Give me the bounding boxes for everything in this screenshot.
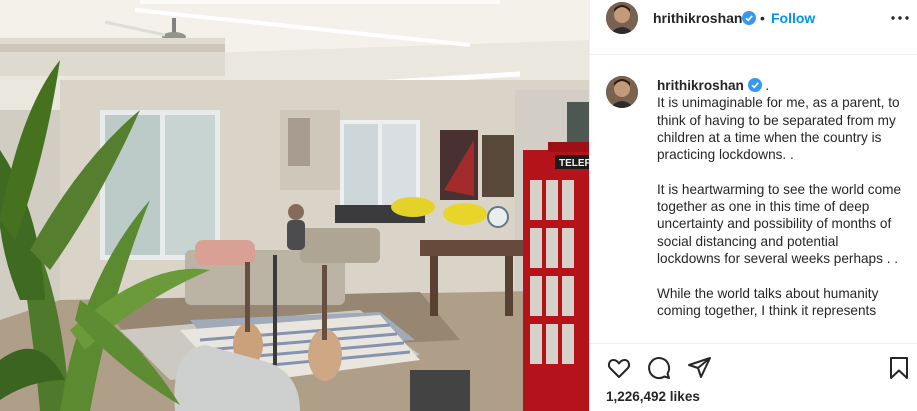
- follow-button[interactable]: Follow: [771, 10, 815, 26]
- verified-icon: [747, 78, 762, 92]
- likes-count[interactable]: 1,226,492 likes: [606, 389, 700, 404]
- heart-icon[interactable]: [606, 355, 632, 381]
- caption-paragraph: While the world talks about humanity com…: [657, 285, 879, 318]
- caption-avatar[interactable]: [606, 76, 638, 108]
- caption-paragraph: It is heartwarming to see the world come…: [657, 181, 902, 266]
- caption-paragraph: It is unimaginable for me, as a parent, …: [657, 95, 900, 163]
- svg-text:TELEP: TELEP: [559, 158, 589, 169]
- bookmark-icon[interactable]: [886, 355, 912, 381]
- post-header: hrithikroshan • Follow: [590, 0, 917, 55]
- comment-icon[interactable]: [646, 355, 672, 381]
- caption-area: hrithikroshan . It is unimaginable for m…: [590, 56, 917, 344]
- share-icon[interactable]: [687, 355, 713, 381]
- caption-username[interactable]: hrithikroshan: [657, 78, 744, 93]
- header-username[interactable]: hrithikroshan: [653, 10, 742, 26]
- avatar[interactable]: [606, 2, 638, 34]
- verified-icon: [742, 11, 756, 25]
- header-separator: •: [760, 10, 765, 26]
- action-bar: 1,226,492 likes: [590, 343, 917, 411]
- post-photo[interactable]: TELEP: [0, 0, 589, 411]
- post-side-panel: hrithikroshan • Follow hrithikroshan . I…: [589, 0, 917, 411]
- caption-first-line: .: [765, 78, 770, 93]
- more-dots-icon[interactable]: [888, 8, 912, 32]
- caption-text: hrithikroshan . It is unimaginable for m…: [657, 77, 902, 336]
